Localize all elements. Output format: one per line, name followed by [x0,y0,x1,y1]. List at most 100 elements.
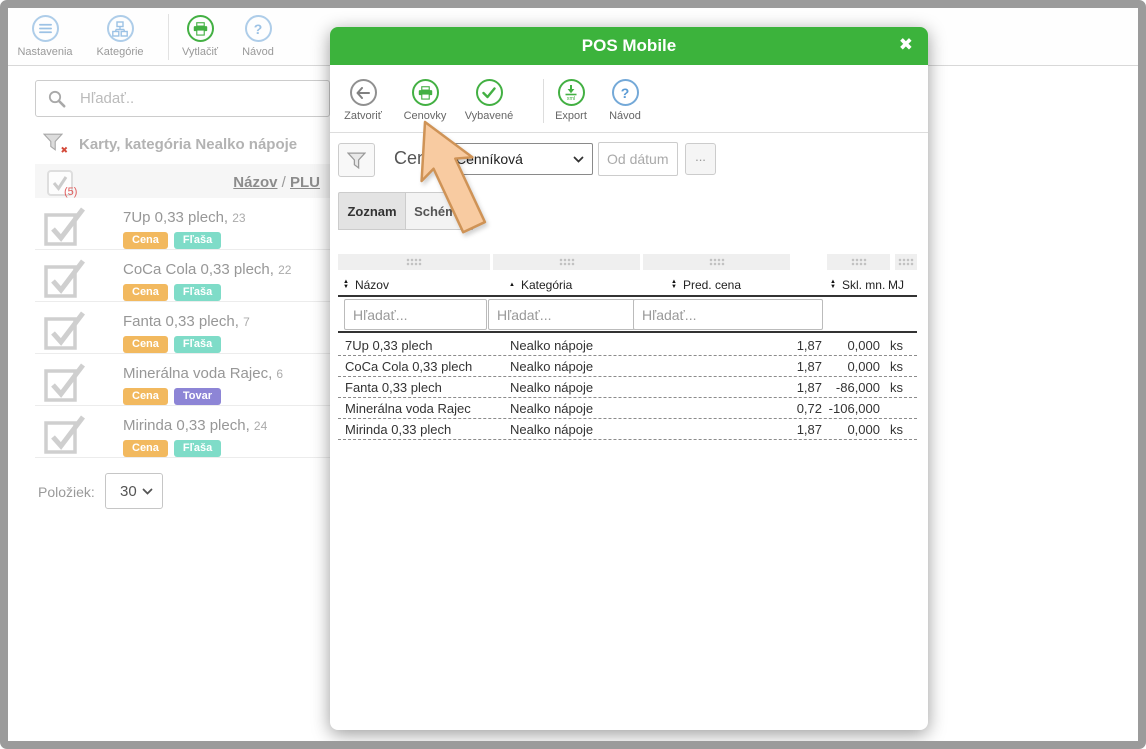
item-title: Fanta 0,33 plech, 7 [123,313,250,330]
search-input[interactable] [80,81,320,116]
list-item[interactable]: Fanta 0,33 plech, 7 CenaFľaša [35,302,330,354]
sort-arrows-icon: ▲▼ [671,280,677,290]
question-icon: ? [245,15,272,42]
list-filter-header: ✖ Karty, kategória Nealko nápoje [35,130,330,162]
table-row[interactable]: 7Up 0,33 plech Nealko nápoje 1,87 0,000 … [338,335,917,356]
toolbar-label: Návod [595,110,655,122]
search-field [35,80,330,117]
checked-checkbox-icon[interactable] [43,410,89,456]
chevron-down-icon [142,488,153,495]
printer-icon [187,15,214,42]
item-plu: 7 [243,315,250,329]
toolbar-label: Zatvoriť [333,110,393,122]
badge-cena: Cena [123,440,168,457]
item-title: Mirinda 0,33 plech, 24 [123,417,267,434]
page-size-select[interactable]: 30 [105,473,163,509]
toolbar-label: Návod [218,46,298,58]
toolbar-label: Nastavenia [5,46,85,58]
sort-by-plu-link[interactable]: PLU [290,174,320,191]
list-item[interactable]: Minerálna voda Rajec, 6 Cena Tovar [35,354,330,406]
funnel-icon [347,152,366,169]
badge-cena: Cena [123,232,168,249]
item-plu: 24 [254,419,267,433]
close-icon[interactable]: ✖ [899,35,913,55]
chevron-down-icon [573,156,584,163]
toolbar-button-navod[interactable]: ? Návod [218,15,298,58]
question-icon: ? [612,79,639,106]
sitemap-icon [107,15,134,42]
toolbar-button-nastavenia[interactable]: Nastavenia [5,15,85,58]
toolbar-label: Vybavené [459,110,519,122]
svg-text:xml: xml [567,96,576,101]
column-drag-handle[interactable] [643,254,790,270]
table-row[interactable]: Mirinda 0,33 plech Nealko nápoje 1,87 0,… [338,419,917,440]
list-item[interactable]: 7Up 0,33 plech, 23 Cena Fľaša [35,198,330,250]
menu-icon [32,15,59,42]
toolbar-label: Cenovky [395,110,455,122]
table-header-divider [338,295,917,297]
back-arrow-icon [350,79,377,106]
tab-schema[interactable]: Schéma [406,192,473,230]
column-search-kategoria[interactable] [488,299,635,330]
column-search-nazov[interactable] [344,299,487,330]
column-search-pred-cena[interactable] [633,299,823,330]
checked-checkbox-icon[interactable] [43,306,89,352]
grip-dots-icon [406,258,422,266]
grip-dots-icon [851,258,867,266]
dialog-button-cenovky[interactable]: Cenovky [395,79,455,122]
badge-cena: Cena [123,388,168,405]
search-icon [48,90,67,109]
date-from-input[interactable] [598,142,678,176]
item-title: Minerálna voda Rajec, 6 [123,365,283,382]
price-label: Cena [394,148,437,169]
column-header-kategoria[interactable]: ▲ Kategória [509,276,572,294]
tab-zoznam[interactable]: Zoznam [338,192,406,230]
printer-icon [412,79,439,106]
sort-arrows-icon: ▲▼ [343,280,349,290]
sort-by-name-link[interactable]: Názov [233,174,277,191]
checked-checkbox-icon[interactable] [43,358,89,404]
badge-tovar: Tovar [174,388,221,405]
sort-arrow-asc-icon: ▲ [509,283,515,288]
price-type-select[interactable]: Cenníková [445,143,593,175]
item-plu: 22 [278,263,291,277]
filter-title: Karty, kategória Nealko nápoje [79,136,297,153]
column-header-pred-cena[interactable]: ▲▼ Pred. cena [671,276,741,294]
table-row[interactable]: Fanta 0,33 plech Nealko nápoje 1,87 -86,… [338,377,917,398]
toolbar-label: Export [541,110,601,122]
column-drag-handle[interactable] [338,254,490,270]
toolbar-button-kategorie[interactable]: Kategórie [80,15,160,58]
column-drag-handle[interactable] [827,254,890,270]
dialog-button-vybavene[interactable]: Vybavené [459,79,519,122]
dialog-toolbar: Zatvoriť Cenovky Vybavené xml Export ? N… [330,65,928,133]
remove-filter-icon[interactable]: ✖ [43,133,67,157]
list-item[interactable]: CoCa Cola 0,33 plech, 22 Cena Fľaša [35,250,330,302]
dialog-button-zatvorit[interactable]: Zatvoriť [333,79,393,122]
item-title: CoCa Cola 0,33 plech, 22 [123,261,291,278]
badge-flasa: Fľaša [174,232,221,249]
selection-count: (5) [64,186,77,198]
item-title: 7Up 0,33 plech, 23 [123,209,246,226]
more-options-button[interactable]: ... [685,143,716,175]
column-header-nazov[interactable]: ▲▼ Názov [343,276,389,294]
dialog-button-navod[interactable]: ? Návod [595,79,655,122]
column-drag-handle[interactable] [895,254,917,270]
sort-arrows-icon: ▲▼ [830,280,836,290]
dialog-button-export[interactable]: xml Export [541,79,601,122]
checked-checkbox-icon[interactable] [43,202,89,248]
grip-dots-icon [898,258,914,266]
column-header-mj: MJ [888,276,904,294]
export-xml-icon: xml [558,79,585,106]
badge-flasa: Fľaša [174,284,221,301]
table-row[interactable]: Minerálna voda Rajec Nealko nápoje 0,72 … [338,398,917,419]
table-row[interactable]: CoCa Cola 0,33 plech Nealko nápoje 1,87 … [338,356,917,377]
filter-button[interactable] [338,143,375,177]
badge-cena: Cena [123,284,168,301]
column-drag-handle[interactable] [493,254,640,270]
checked-checkbox-icon[interactable] [43,254,89,300]
column-header-skl-mn[interactable]: ▲▼ Skl. mn. [830,276,885,294]
badge-cena: Cena [123,336,168,353]
pos-mobile-dialog: POS Mobile ✖ Zatvoriť Cenovky Vybavené x… [330,27,928,730]
app-window: Nastavenia Kategórie Vytlačiť ? Návod [0,0,1146,749]
list-item[interactable]: Mirinda 0,33 plech, 24 CenaFľaša [35,406,330,458]
